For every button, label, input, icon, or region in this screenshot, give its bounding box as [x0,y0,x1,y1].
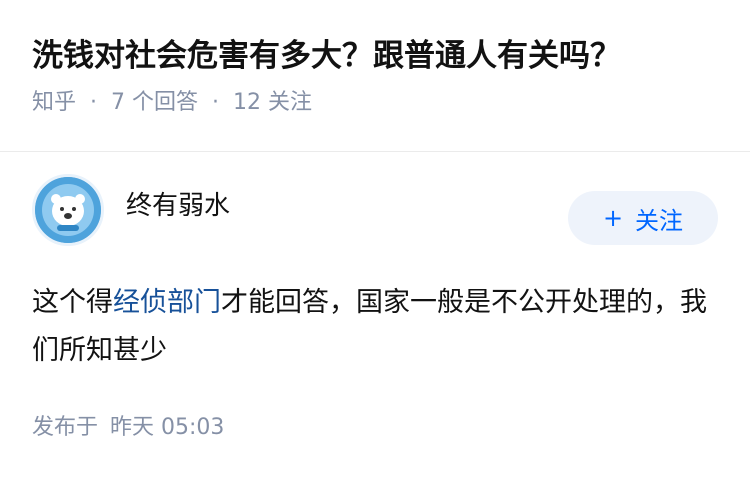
answer-card: 终有弱水 + 关注 这个得经侦部门才能回答，国家一般是不公开处理的，我们所知甚少… [0,152,750,441]
follower-count: 12 关注 [233,90,313,115]
source-label[interactable]: 知乎 [32,88,76,118]
avatar[interactable] [32,174,104,246]
answer-content: 这个得经侦部门才能回答，国家一般是不公开处理的，我们所知甚少 [32,279,718,375]
separator-dot: · [90,90,98,115]
author-name[interactable]: 终有弱水 [126,185,230,222]
posted-label: 发布于 [32,415,99,440]
question-title[interactable]: 洗钱对社会危害有多大？跟普通人有关吗？ [32,32,718,80]
follow-label: 关注 [635,206,684,235]
keyword-link[interactable]: 经侦部门 [113,287,221,318]
answer-text-part: 这个得 [32,287,113,318]
polar-bear-icon [35,177,101,243]
author-row: 终有弱水 + 关注 [32,152,718,268]
posted-time: 昨天 05:03 [110,415,225,440]
follow-button[interactable]: + 关注 [568,191,718,245]
answer-count[interactable]: 7 个回答 [111,88,198,118]
separator-dot: · [212,90,220,115]
question-meta: 知乎 · 7 个回答 · 12 关注 [32,88,718,118]
answer-footer: 发布于 昨天 05:03 [32,409,718,441]
plus-icon: + [602,204,624,232]
question-header: 洗钱对社会危害有多大？跟普通人有关吗？ 知乎 · 7 个回答 · 12 关注 [0,0,750,118]
